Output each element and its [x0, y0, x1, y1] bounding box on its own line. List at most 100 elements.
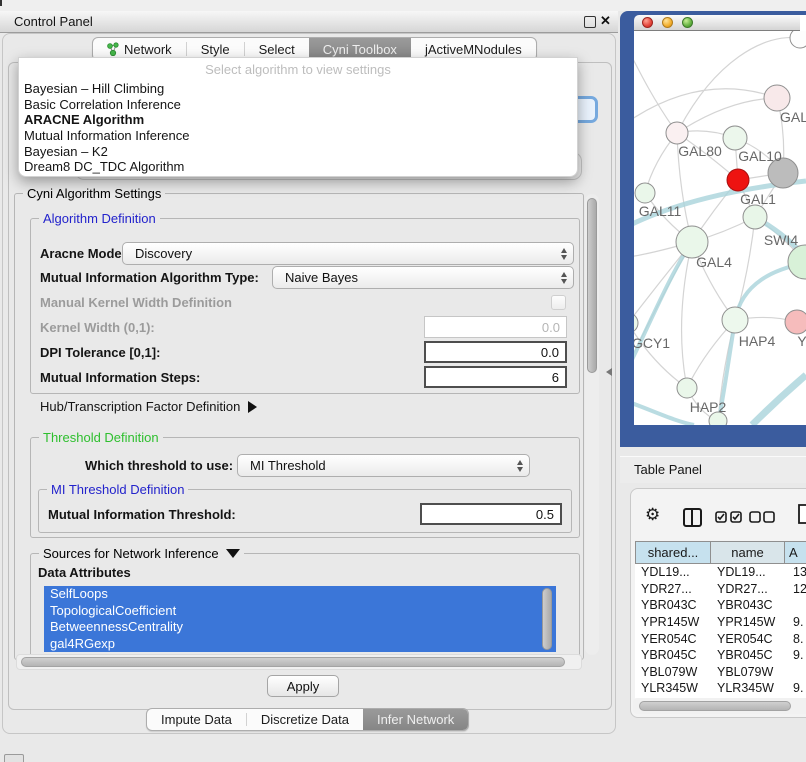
- zoom-window-icon[interactable]: [682, 17, 693, 28]
- select-all-icon[interactable]: [715, 510, 743, 524]
- close-window-icon[interactable]: [642, 17, 653, 28]
- table-row[interactable]: YBR043CYBR043C: [635, 597, 806, 614]
- cell: YLR345W: [711, 681, 785, 695]
- network-window-titlebar[interactable]: [634, 15, 800, 31]
- sources-title-text: Sources for Network Inference: [43, 546, 219, 561]
- cell: YBR043C: [635, 598, 711, 612]
- expand-right-icon: [248, 401, 257, 413]
- dpi-tolerance-field[interactable]: 0.0: [424, 341, 567, 363]
- sources-group-title[interactable]: Sources for Network Inference: [39, 546, 244, 561]
- cell: 8.: [785, 632, 803, 646]
- network-node: [764, 85, 790, 111]
- control-panel-titlebar: Control Panel ✕: [0, 11, 618, 33]
- which-threshold-combo[interactable]: MI Threshold: [237, 454, 530, 477]
- data-attributes-label: Data Attributes: [38, 565, 131, 580]
- apply-button[interactable]: Apply: [267, 675, 339, 697]
- combo-arrows-icon: [555, 248, 573, 260]
- algorithm-option-selected[interactable]: ARACNE Algorithm: [19, 112, 577, 128]
- column-header-partial[interactable]: A: [785, 541, 806, 564]
- attribute-item-selected[interactable]: BetweennessCentrality: [44, 619, 556, 636]
- tab-style-label: Style: [201, 42, 230, 57]
- combo-arrows-icon: [555, 272, 573, 284]
- cell: 9.: [785, 681, 803, 695]
- dpi-tolerance-label: DPI Tolerance [0,1]:: [40, 345, 160, 360]
- algorithm-option[interactable]: Dream8 DC_TDC Algorithm: [19, 159, 577, 175]
- attributes-list-scrollbar[interactable]: [542, 588, 552, 650]
- algorithm-prompt: Select algorithm to view settings: [19, 58, 577, 81]
- tab-cyni-toolbox-label: Cyni Toolbox: [323, 42, 397, 57]
- network-canvas[interactable]: GAL7 GAL80 GAL10 GAL1 SWI4 GAL4 GAL11 GC…: [634, 31, 806, 425]
- tab-infer-network[interactable]: Infer Network: [363, 709, 468, 730]
- cell: YBR043C: [711, 598, 785, 612]
- hub-definition-expander[interactable]: Hub/Transcription Factor Definition: [40, 399, 257, 414]
- algorithm-option[interactable]: Bayesian – Hill Climbing: [19, 81, 577, 97]
- table-row[interactable]: YLR345WYLR345W9.: [635, 680, 806, 697]
- application-window: { "colors": { "selection_blue": "#3b76d8…: [0, 0, 806, 762]
- cell: YBL079W: [711, 665, 785, 679]
- network-node-hap2: [677, 378, 697, 398]
- network-node-hap4: [722, 307, 748, 333]
- mi-threshold-field[interactable]: 0.5: [420, 503, 562, 525]
- screen-corner-notch: [0, 0, 2, 6]
- table-row[interactable]: YDL19...YDL19...13: [635, 564, 806, 581]
- file-icon[interactable]: [798, 504, 806, 524]
- close-panel-icon[interactable]: ✕: [600, 13, 611, 29]
- cell: YDR27...: [711, 582, 785, 596]
- algorithm-dropdown-popup: Select algorithm to view settings Bayesi…: [18, 57, 578, 177]
- mi-steps-field[interactable]: 6: [424, 366, 567, 388]
- aracne-mode-value: Discovery: [123, 246, 555, 261]
- tab-impute-data-label: Impute Data: [161, 712, 232, 727]
- cell: YPR145W: [635, 615, 711, 629]
- attribute-item-selected[interactable]: gal4RGexp: [44, 636, 556, 653]
- kernel-width-field[interactable]: 0.0: [424, 316, 567, 338]
- threshold-definition-title: Threshold Definition: [39, 430, 163, 445]
- bottom-left-partial-button[interactable]: [4, 754, 24, 762]
- tab-jactivemnodules-label: jActiveMNodules: [425, 42, 522, 57]
- deselect-all-icon[interactable]: [749, 510, 775, 524]
- tab-discretize-data[interactable]: Discretize Data: [247, 709, 363, 730]
- split-columns-icon[interactable]: [683, 508, 702, 527]
- table-row[interactable]: YPR145WYPR145W9.: [635, 614, 806, 631]
- settings-hscroll-thumb[interactable]: [21, 657, 565, 667]
- attribute-item-selected[interactable]: SelfLoops: [44, 586, 556, 603]
- table-panel-title: Table Panel: [634, 462, 702, 477]
- column-header-shared[interactable]: shared...: [635, 541, 711, 564]
- control-panel-title: Control Panel: [14, 14, 93, 29]
- network-nodes[interactable]: [634, 31, 806, 425]
- mi-type-combo[interactable]: Naive Bayes: [272, 266, 574, 289]
- network-node-gal10: [723, 126, 747, 150]
- network-node-gal11: [635, 183, 655, 203]
- column-header-name[interactable]: name: [711, 541, 785, 564]
- table-row[interactable]: YER054CYER054C8.: [635, 630, 806, 647]
- cell: YDL19...: [711, 565, 785, 579]
- mi-type-label: Mutual Information Algorithm Type:: [40, 270, 259, 285]
- table-rows[interactable]: YDL19...YDL19...13 YDR27...YDR27...12 YB…: [635, 564, 806, 700]
- divider-collapse-icon[interactable]: [606, 368, 612, 376]
- algorithm-option[interactable]: Basic Correlation Inference: [19, 97, 577, 113]
- tab-network-label: Network: [124, 42, 172, 57]
- node-label: HAP4: [739, 333, 776, 349]
- table-row[interactable]: YBR045CYBR045C9.: [635, 647, 806, 664]
- float-window-icon[interactable]: [584, 16, 596, 28]
- minimize-window-icon[interactable]: [662, 17, 673, 28]
- attribute-item-selected[interactable]: TopologicalCoefficient: [44, 603, 556, 620]
- node-label: GCY1: [634, 335, 670, 351]
- gear-icon[interactable]: ⚙: [645, 506, 660, 523]
- table-hscroll-thumb[interactable]: [639, 701, 791, 711]
- table-row[interactable]: YBL079WYBL079W: [635, 664, 806, 681]
- network-node-pink: [785, 310, 806, 334]
- mi-threshold-label: Mutual Information Threshold:: [48, 507, 236, 522]
- network-canvas-wrap[interactable]: GAL7 GAL80 GAL10 GAL1 SWI4 GAL4 GAL11 GC…: [634, 31, 806, 425]
- tab-infer-network-label: Infer Network: [377, 712, 454, 727]
- network-node-gal1: [743, 205, 767, 229]
- algorithm-option[interactable]: Bayesian – K2: [19, 144, 577, 160]
- aracne-mode-combo[interactable]: Discovery: [122, 242, 574, 265]
- manual-kernel-checkbox[interactable]: [551, 295, 566, 310]
- node-label: GAL4: [696, 254, 732, 270]
- cell: YER054C: [635, 632, 711, 646]
- tab-impute-data[interactable]: Impute Data: [147, 709, 246, 730]
- network-node: [788, 245, 806, 279]
- settings-scroll-thumb[interactable]: [587, 198, 597, 373]
- algorithm-option[interactable]: Mutual Information Inference: [19, 128, 577, 144]
- table-row[interactable]: YDR27...YDR27...12: [635, 581, 806, 598]
